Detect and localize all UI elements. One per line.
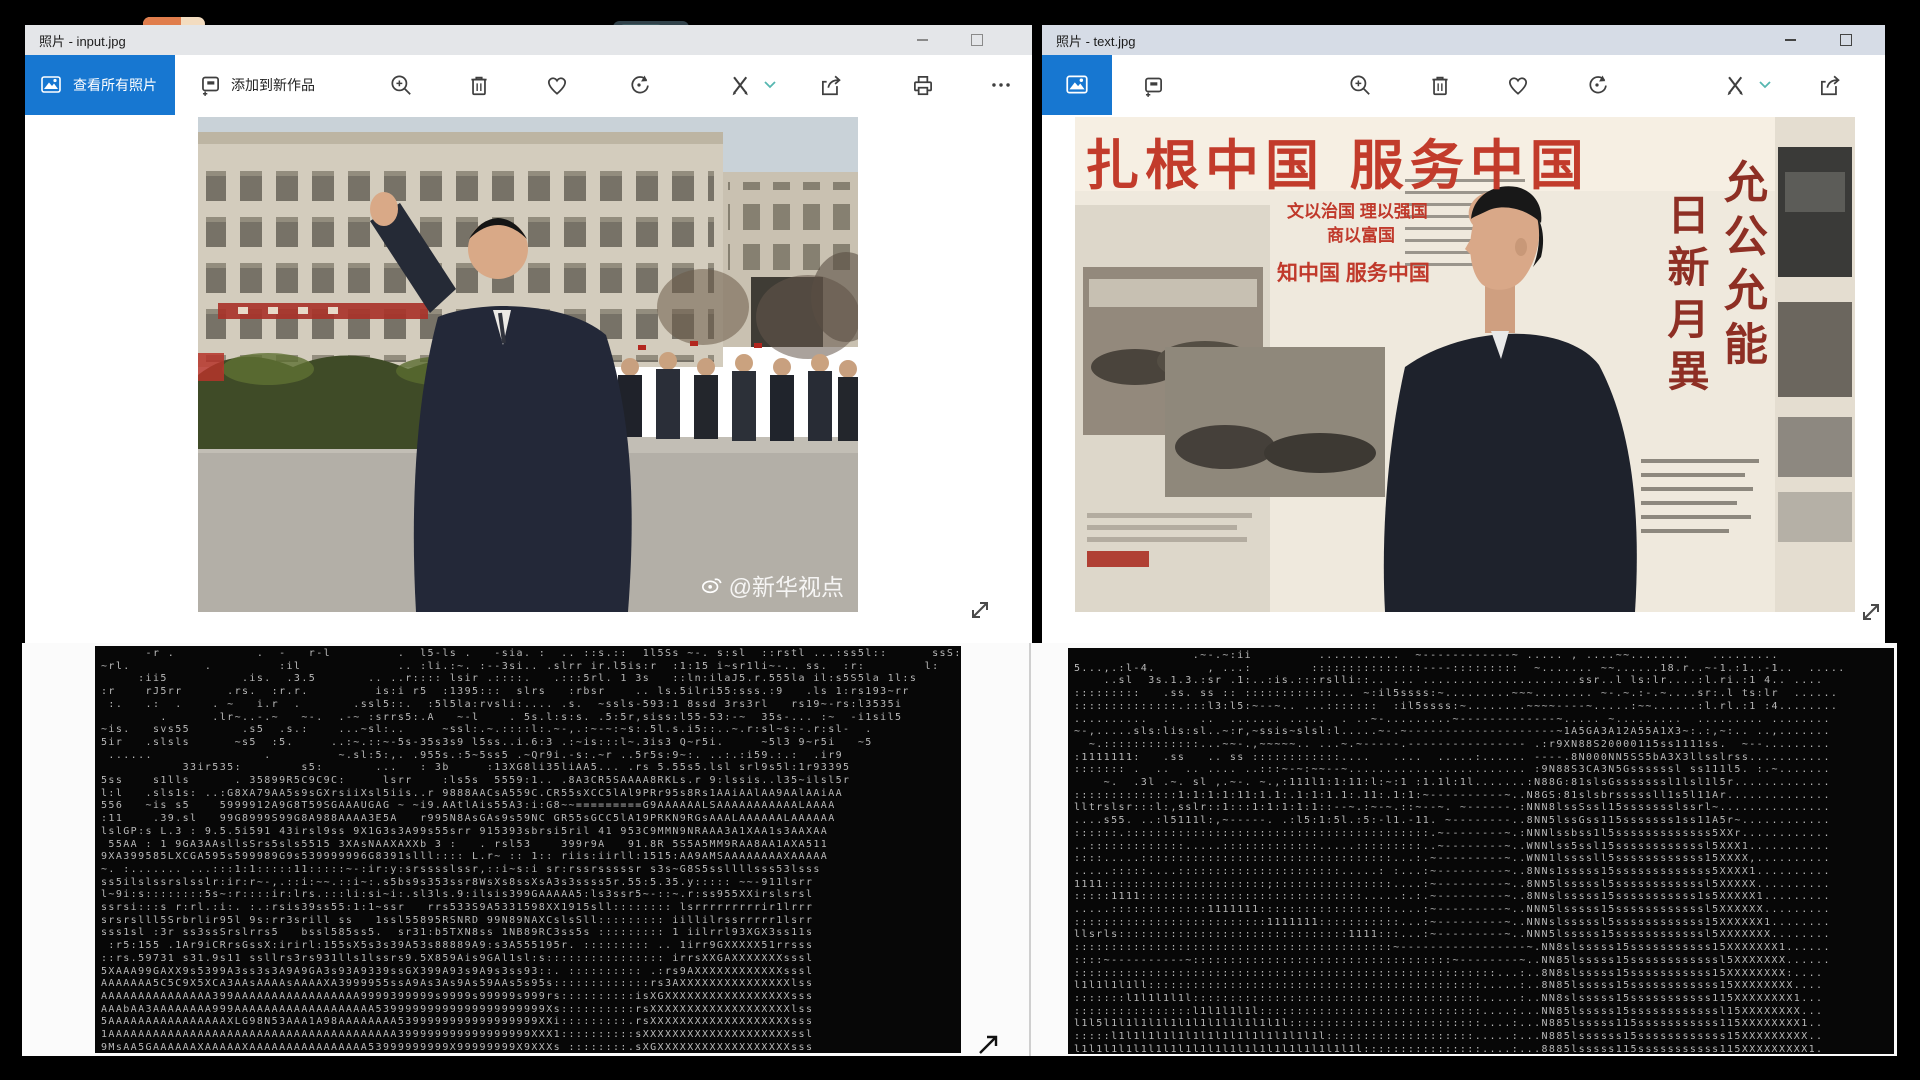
ascii-art-input: -r . . - r-l . l5-ls . -sia. : .. ::s.::… bbox=[95, 646, 961, 1053]
print-button[interactable] bbox=[907, 69, 939, 101]
minimize-button-left[interactable] bbox=[900, 25, 944, 55]
expand-button-right[interactable] bbox=[1858, 599, 1884, 625]
expand-button-ascii[interactable] bbox=[974, 1029, 1002, 1057]
add-to-creation-button[interactable]: 添加到新作品 bbox=[197, 55, 315, 115]
favorite-button[interactable] bbox=[541, 69, 573, 101]
edit-icon bbox=[727, 72, 753, 98]
arrow-up-right-icon bbox=[974, 1029, 1002, 1057]
photos-window-input: 照片 - input.jpg 查看所有照片 bbox=[25, 25, 1032, 643]
add-to-creation-button[interactable] bbox=[1137, 69, 1169, 101]
toolbar-right bbox=[1042, 55, 1885, 116]
heart-icon bbox=[1505, 72, 1531, 98]
maximize-icon bbox=[1840, 34, 1852, 46]
toolbar-left: 查看所有照片 添加到新作品 bbox=[25, 55, 1032, 116]
edit-button[interactable] bbox=[724, 69, 756, 101]
view-all-photos-button[interactable] bbox=[1042, 55, 1112, 115]
panel-divider bbox=[1029, 643, 1031, 1056]
favorite-button[interactable] bbox=[1502, 69, 1534, 101]
add-to-creation-icon bbox=[197, 71, 223, 100]
zoom-button[interactable] bbox=[385, 69, 417, 101]
share-button[interactable] bbox=[1814, 69, 1846, 101]
screen: 照片 - input.jpg 查看所有照片 bbox=[0, 0, 1920, 1080]
share-button[interactable] bbox=[815, 69, 847, 101]
expand-diagonal-icon bbox=[967, 597, 993, 623]
exhibit-red-line-2: 商以富国 bbox=[1327, 221, 1395, 246]
rotate-button[interactable] bbox=[623, 69, 655, 101]
delete-button[interactable] bbox=[1424, 69, 1456, 101]
edit-icon bbox=[1722, 72, 1748, 98]
share-icon bbox=[818, 72, 844, 98]
share-icon bbox=[1817, 72, 1843, 98]
window-title-right: 照片 - text.jpg bbox=[1056, 31, 1135, 50]
maximize-button-left[interactable] bbox=[955, 25, 999, 55]
window-title-left: 照片 - input.jpg bbox=[39, 31, 126, 50]
minimize-icon bbox=[1785, 39, 1796, 41]
printer-icon bbox=[910, 72, 936, 98]
trash-icon bbox=[466, 72, 492, 98]
exhibit-red-line-3: 知中国 服务中国 bbox=[1277, 257, 1430, 287]
edit-dropdown-button[interactable] bbox=[761, 69, 779, 101]
photos-window-text: 照片 - text.jpg bbox=[1042, 25, 1885, 643]
chevron-down-icon bbox=[1759, 81, 1771, 89]
view-all-photos-button[interactable]: 查看所有照片 bbox=[25, 55, 175, 115]
delete-button[interactable] bbox=[463, 69, 495, 101]
photo-text-jpg: 扎根中国 服务中国 文以治国 理以强国 商以富国 知中国 服务中国 允公允能 日… bbox=[1075, 117, 1855, 612]
maximize-icon bbox=[971, 34, 983, 46]
exhibit-banner: 扎根中国 服务中国 bbox=[1085, 121, 1590, 200]
chevron-down-icon bbox=[764, 81, 776, 89]
titlebar-right[interactable]: 照片 - text.jpg bbox=[1042, 25, 1885, 55]
photos-app-icon bbox=[39, 72, 63, 99]
photos-app-icon bbox=[1064, 71, 1090, 100]
photo-canvas-right: 扎根中国 服务中国 文以治国 理以强国 商以富国 知中国 服务中国 允公允能 日… bbox=[1042, 115, 1885, 643]
view-all-photos-label: 查看所有照片 bbox=[73, 75, 157, 95]
exhibit-red-line-1: 文以治国 理以强国 bbox=[1287, 197, 1428, 222]
ellipsis-icon bbox=[988, 72, 1014, 98]
photo-input-jpg: @新华视点 bbox=[198, 117, 858, 612]
rotate-icon bbox=[626, 72, 652, 98]
add-to-creation-icon bbox=[1140, 72, 1166, 98]
trash-icon bbox=[1427, 72, 1453, 98]
zoom-in-icon bbox=[1347, 72, 1373, 98]
calligraphy-left-column: 日新月異 bbox=[1655, 193, 1716, 401]
photo-watermark: @新华视点 bbox=[701, 568, 844, 602]
minimize-button-right[interactable] bbox=[1768, 25, 1812, 55]
minimize-icon bbox=[917, 39, 928, 41]
rotate-icon bbox=[1584, 72, 1610, 98]
add-to-creation-label: 添加到新作品 bbox=[231, 75, 315, 95]
weibo-icon bbox=[701, 574, 723, 596]
ascii-art-text: .~-.~:ii ........... ~------------~ ....… bbox=[1068, 648, 1894, 1054]
calligraphy-right-column: 允公允能 bbox=[1709, 159, 1773, 375]
rotate-button[interactable] bbox=[1581, 69, 1613, 101]
photo-canvas-left: @新华视点 bbox=[25, 115, 1032, 643]
zoom-button[interactable] bbox=[1344, 69, 1376, 101]
titlebar-left[interactable]: 照片 - input.jpg bbox=[25, 25, 1032, 55]
more-button[interactable] bbox=[985, 69, 1017, 101]
maximize-button-right[interactable] bbox=[1824, 25, 1868, 55]
ascii-output-panel: -r . . - r-l . l5-ls . -sia. : .. ::s.::… bbox=[22, 643, 1897, 1056]
zoom-in-icon bbox=[388, 72, 414, 98]
heart-icon bbox=[544, 72, 570, 98]
expand-button-left[interactable] bbox=[967, 597, 993, 623]
edit-button[interactable] bbox=[1719, 69, 1751, 101]
expand-diagonal-icon bbox=[1858, 599, 1884, 625]
edit-dropdown-button[interactable] bbox=[1756, 69, 1774, 101]
